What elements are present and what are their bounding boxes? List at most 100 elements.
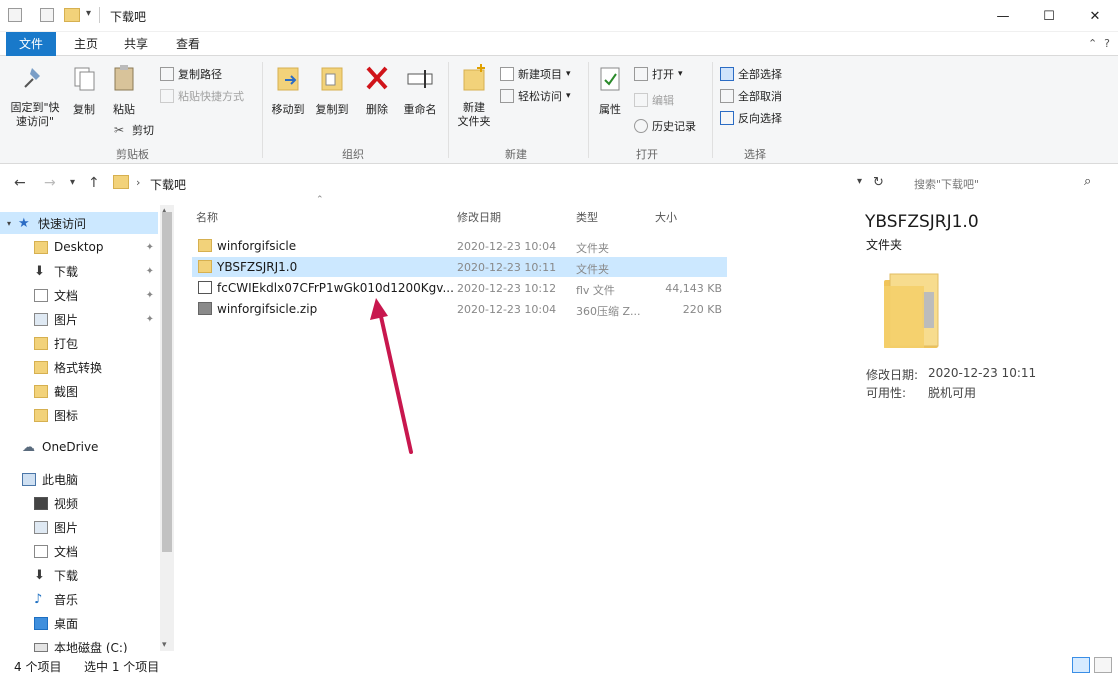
delete-button[interactable]: 删除 (360, 62, 394, 117)
folder-icon (113, 175, 129, 189)
invert-selection-label: 反向选择 (738, 112, 782, 125)
close-button[interactable]: ✕ (1072, 0, 1118, 32)
invert-selection-button[interactable]: 反向选择 (720, 110, 782, 126)
select-all-button[interactable]: 全部选择 (720, 66, 782, 82)
file-row[interactable]: winforgifsicle.zip 2020-12-23 10:04 360压… (192, 299, 727, 319)
large-icons-view-button[interactable] (1094, 657, 1112, 673)
nav-item-desktop[interactable]: Desktop ✦ (0, 236, 158, 258)
scroll-down-icon[interactable]: ▾ (162, 640, 167, 650)
nav-quick-access[interactable]: ▾ ★ 快速访问 (0, 212, 158, 234)
copy-path-button[interactable]: 复制路径 (160, 66, 222, 82)
file-type: 360压缩 Z... (576, 305, 641, 318)
nav-this-pc[interactable]: 此电脑 (0, 468, 158, 490)
file-type: flv 文件 (576, 284, 615, 297)
file-row[interactable]: fcCWIEkdlx07CFrP1wGk010d1200Kgv... 2020-… (192, 278, 727, 298)
nav-label: 图片 (54, 312, 79, 327)
nav-item-convert[interactable]: 格式转换 (0, 356, 158, 378)
nav-item-documents[interactable]: 文档 ✦ (0, 284, 158, 306)
column-size[interactable]: 大小 (655, 209, 677, 225)
open-button[interactable]: 打开 ▾ (634, 66, 683, 82)
nav-pc-downloads[interactable]: ⬇ 下载 (0, 564, 158, 586)
nav-item-downloads[interactable]: ⬇ 下载 ✦ (0, 260, 158, 282)
folder-icon (198, 260, 212, 273)
tab-file[interactable]: 文件 (6, 32, 56, 56)
organize-group-label: 组织 (342, 148, 364, 161)
edit-label: 编辑 (652, 94, 674, 107)
easy-access-label: 轻松访问 (518, 90, 562, 103)
move-to-label: 移动到 (271, 103, 305, 116)
column-date[interactable]: 修改日期 (457, 209, 501, 225)
drive-icon (34, 642, 48, 652)
address-box[interactable] (110, 171, 856, 195)
select-none-button[interactable]: 全部取消 (720, 88, 782, 104)
file-size: 220 KB (682, 303, 722, 316)
rename-button[interactable]: 重命名 (398, 62, 442, 117)
nav-scroll-thumb[interactable] (162, 212, 172, 552)
cut-button[interactable]: ✂ 剪切 (114, 122, 154, 138)
file-date: 2020-12-23 10:12 (457, 282, 557, 295)
nav-onedrive[interactable]: ☁ OneDrive (0, 436, 158, 458)
quick-access-dropdown-icon[interactable]: ▾ (86, 8, 91, 19)
maximize-button[interactable]: ☐ (1026, 0, 1072, 32)
pin-icon (24, 68, 40, 88)
tab-home[interactable]: 主页 (62, 32, 110, 56)
nav-item-screenshot[interactable]: 截图 (0, 380, 158, 402)
desktop-icon (34, 616, 48, 630)
nav-pc-documents[interactable]: 文档 (0, 540, 158, 562)
easy-access-icon (500, 89, 514, 103)
download-icon: ⬇ (34, 567, 45, 583)
history-button[interactable]: 历史记录 (634, 118, 696, 134)
nav-pc-desktop[interactable]: 桌面 (0, 612, 158, 634)
folder-icon (34, 408, 48, 422)
nav-label: 桌面 (54, 616, 79, 631)
paste-button[interactable]: 粘贴 (106, 62, 142, 117)
nav-pc-pictures[interactable]: 图片 (0, 516, 158, 538)
minimize-button[interactable]: — (980, 0, 1026, 32)
music-icon: ♪ (34, 591, 43, 607)
copy-to-button[interactable]: 复制到 (310, 62, 354, 117)
copy-button[interactable]: 复制 (66, 62, 102, 117)
file-row[interactable]: winforgifsicle 2020-12-23 10:04 文件夹 (192, 236, 727, 256)
new-folder-icon (463, 64, 485, 91)
new-folder-quick-icon[interactable] (64, 8, 80, 22)
edit-button[interactable]: 编辑 (634, 92, 674, 108)
tab-view[interactable]: 查看 (164, 32, 212, 56)
file-name: winforgifsicle (217, 239, 297, 253)
nav-item-pictures[interactable]: 图片 ✦ (0, 308, 158, 330)
nav-pc-local-disk[interactable]: 本地磁盘 (C:) (0, 636, 158, 653)
pin-quick-access-button[interactable]: 固定到"快 速访问" (6, 62, 64, 129)
tab-share[interactable]: 共享 (112, 32, 160, 56)
recent-dropdown-icon[interactable]: ▾ (70, 177, 75, 188)
new-folder-button[interactable]: 新建 文件夹 (452, 62, 496, 129)
address-path[interactable]: 下载吧 (150, 176, 186, 193)
search-icon[interactable]: ⌕ (1084, 174, 1091, 189)
column-type[interactable]: 类型 (576, 209, 598, 225)
details-view-button[interactable] (1072, 657, 1090, 673)
address-dropdown-icon[interactable]: ▾ (857, 176, 862, 187)
expand-chevron-icon[interactable]: ▾ (0, 219, 18, 228)
ribbon-separator (588, 62, 589, 158)
properties-quick-icon[interactable] (40, 8, 54, 22)
column-name[interactable]: 名称 (196, 209, 218, 225)
nav-item-pack[interactable]: 打包 (0, 332, 158, 354)
open-label: 打开 (652, 68, 674, 81)
select-group-label: 选择 (744, 148, 766, 161)
select-all-label: 全部选择 (738, 68, 782, 81)
chevron-right-icon[interactable]: › (136, 176, 140, 189)
new-item-button[interactable]: 新建项目 ▾ (500, 66, 571, 82)
app-icon[interactable] (8, 8, 22, 22)
nav-item-icons[interactable]: 图标 (0, 404, 158, 426)
up-arrow-icon[interactable]: ↑ (88, 175, 100, 191)
refresh-icon[interactable]: ↻ (873, 175, 884, 190)
forward-arrow-icon[interactable]: → (44, 175, 56, 191)
easy-access-button[interactable]: 轻松访问 ▾ (500, 88, 571, 104)
nav-pc-videos[interactable]: 视频 (0, 492, 158, 514)
back-arrow-icon[interactable]: ← (14, 175, 26, 191)
copy-path-icon (160, 67, 174, 81)
ribbon-collapse-help-icon[interactable]: ⌃ ? (1088, 37, 1110, 50)
move-to-button[interactable]: 移动到 (266, 62, 310, 117)
properties-button[interactable]: 属性 (594, 62, 626, 117)
nav-pc-music[interactable]: ♪ 音乐 (0, 588, 158, 610)
file-row[interactable]: YBSFZSJRJ1.0 2020-12-23 10:11 文件夹 (192, 257, 727, 277)
paste-shortcut-button[interactable]: 粘贴快捷方式 (160, 88, 244, 104)
